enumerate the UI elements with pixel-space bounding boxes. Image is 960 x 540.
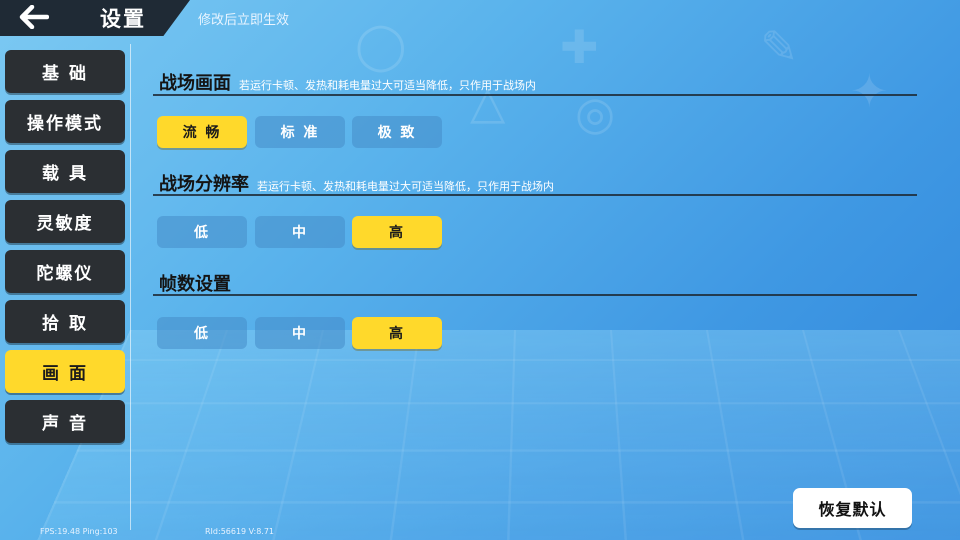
option-resolution-medium[interactable]: 中 xyxy=(255,216,345,248)
section-divider xyxy=(153,94,917,96)
sidebar-item-sound[interactable]: 声 音 xyxy=(5,400,125,443)
option-framerate-low[interactable]: 低 xyxy=(157,317,247,349)
section-title-resolution: 战场分辨率 若运行卡顿、发热和耗电量过大可适当降低，只作用于战场内 xyxy=(159,170,554,196)
star-decoration-icon: ✦ xyxy=(850,64,889,118)
fps-ping-readout: FPS:19.48 Ping:103 xyxy=(40,527,118,536)
sidebar-item-control-mode[interactable]: 操作模式 xyxy=(5,100,125,143)
option-resolution-high[interactable]: 高 xyxy=(352,216,442,248)
back-button[interactable] xyxy=(14,2,54,32)
sidebar-item-sensitivity[interactable]: 灵敏度 xyxy=(5,200,125,243)
option-framerate-medium[interactable]: 中 xyxy=(255,317,345,349)
section-title-text: 帧数设置 xyxy=(159,274,231,295)
section-title-text: 战场分辨率 xyxy=(159,174,249,195)
section-title-text: 战场画面 xyxy=(159,73,231,94)
option-smooth[interactable]: 流 畅 xyxy=(157,116,247,148)
sidebar-item-vehicle[interactable]: 载 具 xyxy=(5,150,125,193)
section-title-battle-graphics: 战场画面 若运行卡顿、发热和耗电量过大可适当降低，只作用于战场内 xyxy=(159,69,536,95)
section-hint: 若运行卡顿、发热和耗电量过大可适当降低，只作用于战场内 xyxy=(257,180,554,193)
section-hint: 若运行卡顿、发热和耗电量过大可适当降低，只作用于战场内 xyxy=(239,79,536,92)
rid-version-readout: RId:56619 V:8.71 xyxy=(205,527,275,536)
gamepad-decoration-icon: ✚ xyxy=(560,20,599,74)
reset-default-button[interactable]: 恢复默认 xyxy=(793,488,912,528)
section-divider xyxy=(153,294,917,296)
sidebar-item-pickup[interactable]: 拾 取 xyxy=(5,300,125,343)
option-resolution-low[interactable]: 低 xyxy=(157,216,247,248)
option-standard[interactable]: 标 准 xyxy=(255,116,345,148)
sidebar: 基 础 操作模式 载 具 灵敏度 陀螺仪 拾 取 画 面 声 音 xyxy=(0,44,131,530)
page-subtitle: 修改后立即生效 xyxy=(198,13,290,28)
page-title: 设置 xyxy=(100,7,146,31)
sidebar-item-gyroscope[interactable]: 陀螺仪 xyxy=(5,250,125,293)
option-extreme[interactable]: 极 致 xyxy=(352,116,442,148)
section-divider xyxy=(153,194,917,196)
section-title-framerate: 帧数设置 xyxy=(159,270,231,296)
sidebar-item-graphics[interactable]: 画 面 xyxy=(5,350,125,393)
arrow-left-icon xyxy=(19,5,49,29)
sidebar-item-basic[interactable]: 基 础 xyxy=(5,50,125,93)
pencil-decoration-icon: ✎ xyxy=(760,20,799,74)
option-framerate-high[interactable]: 高 xyxy=(352,317,442,349)
ring-decoration-icon: ◯ xyxy=(355,18,407,72)
